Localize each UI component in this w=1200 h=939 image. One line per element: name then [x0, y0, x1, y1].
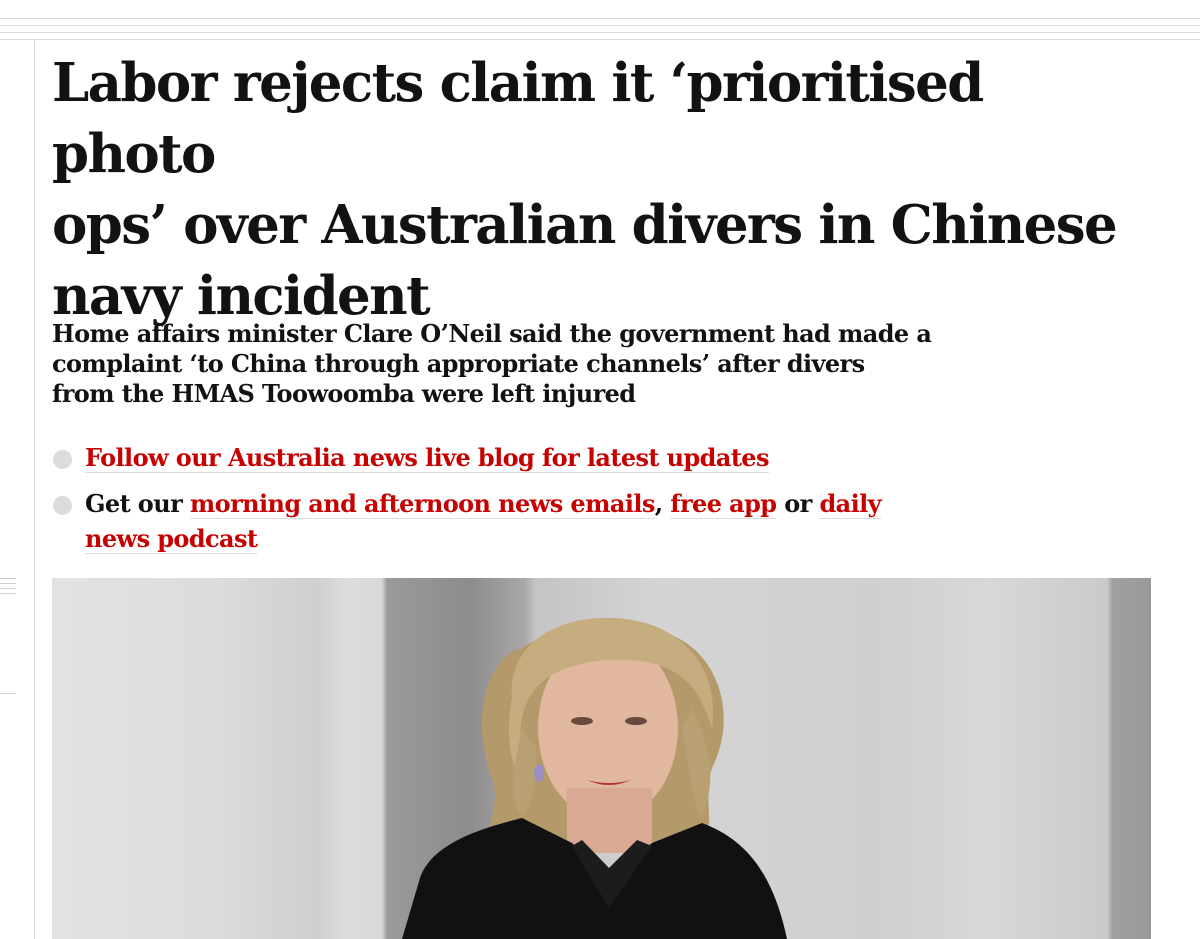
headline-line: navy incident: [52, 265, 431, 327]
daily-podcast-link[interactable]: daily: [819, 489, 882, 519]
headline-line: ops’ over Australian divers in Chinese: [52, 194, 1118, 256]
standfirst-line: Home affairs minister Clare O’Neil said …: [52, 319, 932, 348]
list-item: Follow our Australia news live blog for …: [52, 440, 1012, 475]
list-item: Get our morning and afternoon news email…: [52, 486, 1012, 556]
bullet-prefix: Get our: [85, 489, 190, 518]
headline-line: Labor rejects claim it ‘prioritised phot…: [52, 52, 984, 185]
bullet-dot-icon: [53, 450, 72, 469]
bullet-separator: or: [776, 489, 820, 518]
free-app-link[interactable]: free app: [670, 489, 777, 519]
article-headline: Labor rejects claim it ‘prioritised phot…: [52, 48, 1162, 332]
live-blog-link[interactable]: Follow our Australia news live blog for …: [85, 443, 769, 473]
top-border-rules: [0, 0, 1200, 40]
standfirst-line: complaint ‘to China through appropriate …: [52, 349, 865, 378]
woman-portrait-icon: [402, 617, 787, 939]
news-emails-link[interactable]: morning and afternoon news emails: [189, 489, 655, 519]
article-main-photo: [52, 578, 1151, 939]
left-column-rule: [34, 40, 35, 939]
bullet-dot-icon: [53, 496, 72, 515]
related-links-list: Follow our Australia news live blog for …: [52, 440, 1012, 567]
standfirst-line: from the HMAS Toowoomba were left injure…: [52, 379, 636, 408]
bullet-separator: ,: [654, 489, 671, 518]
left-margin-marks: [0, 578, 16, 598]
article-standfirst: Home affairs minister Clare O’Neil said …: [52, 319, 1052, 409]
daily-podcast-link-cont[interactable]: news podcast: [85, 524, 258, 554]
left-margin-tick: [0, 693, 16, 694]
